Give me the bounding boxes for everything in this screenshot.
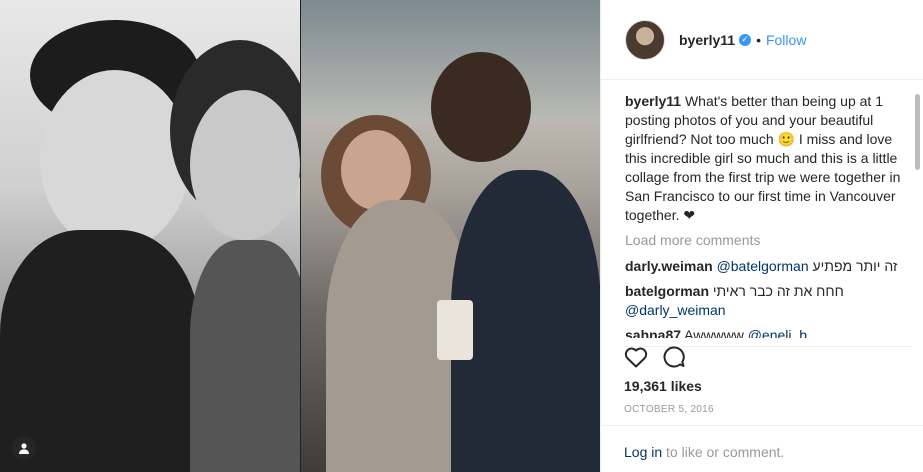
post-side-panel: byerly11 ✓ • Follow byerly11 What's bett… (600, 0, 923, 472)
header-separator: • (756, 31, 761, 48)
comment-bubble-icon[interactable] (662, 345, 686, 374)
login-link[interactable]: Log in (624, 444, 662, 460)
list-item: batelgorman חחח את זה כבר ראיתי @darly_w… (625, 282, 913, 320)
comment-username[interactable]: sahna87 (625, 327, 681, 338)
caption-username[interactable]: byerly11 (625, 93, 681, 109)
comments-scrollbar[interactable] (915, 94, 920, 170)
list-item: darly.weiman @batelgorman זה יותר מפתיע (625, 257, 913, 276)
post-header: byerly11 ✓ • Follow (601, 0, 923, 80)
user-tag-icon[interactable] (12, 436, 36, 460)
verified-badge-icon: ✓ (739, 33, 752, 46)
comment-mention[interactable]: @batelgorman (717, 258, 809, 274)
likes-count[interactable]: 19,361 likes (624, 378, 702, 394)
comment-text: חחח את זה כבר ראיתי (712, 283, 844, 299)
comment-mention[interactable]: @darly_weiman (625, 302, 726, 318)
photo-right-airport-kiss (301, 0, 600, 472)
post-date: OCTOBER 5, 2016 (624, 404, 714, 415)
avatar[interactable] (625, 19, 665, 60)
comments-list: byerly11 What's better than being up at … (625, 92, 913, 338)
comment-text: זה יותר מפתיע (812, 258, 898, 274)
login-prompt: Log in to like or comment. (600, 425, 923, 472)
login-prompt-text: to like or comment. (666, 444, 785, 460)
comment-text: Awwwww (684, 327, 744, 338)
follow-button[interactable]: Follow (766, 32, 806, 48)
comment-username[interactable]: darly.weiman (625, 258, 713, 274)
caption-text: What's better than being up at 1 posting… (625, 93, 901, 223)
heart-icon[interactable] (624, 346, 648, 373)
comment-mention[interactable]: @eneli_b (748, 327, 807, 338)
caption: byerly11 What's better than being up at … (625, 92, 913, 225)
photo-left-bw-selfie (0, 0, 300, 472)
author-username[interactable]: byerly11 (679, 32, 735, 48)
action-bar (624, 346, 912, 372)
list-item: sahna87 Awwwww @eneli_b (625, 326, 913, 338)
load-more-comments-link[interactable]: Load more comments (625, 231, 913, 250)
comment-username[interactable]: batelgorman (625, 283, 709, 299)
post-photo[interactable] (0, 0, 600, 472)
